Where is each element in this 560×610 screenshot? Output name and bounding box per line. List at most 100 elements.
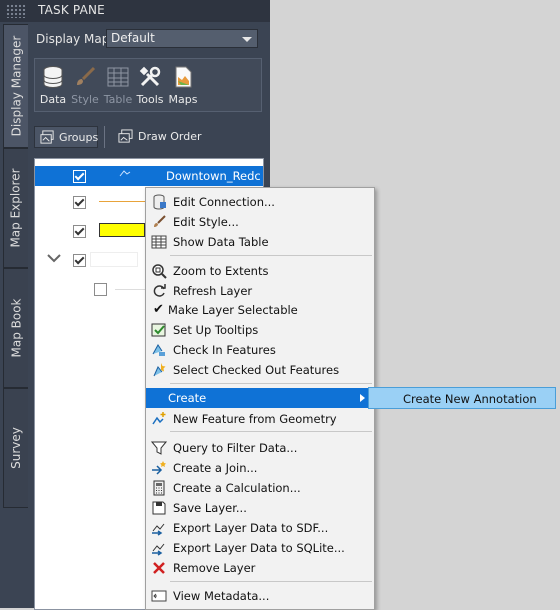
layer-name: Downtown_Redc [166, 169, 261, 183]
style-visibility-checkbox[interactable] [73, 196, 86, 209]
menu-item-select-checked-out-features[interactable]: Select Checked Out Features [146, 360, 374, 380]
submenu-item-create-new-annotation[interactable]: Create New Annotation [403, 392, 537, 406]
menu-item-edit-style[interactable]: Edit Style... [146, 212, 374, 232]
menu-item-label: Select Checked Out Features [173, 363, 340, 377]
tools-icon [139, 66, 161, 87]
menu-item-zoom-to-extents[interactable]: Zoom to Extents [146, 261, 374, 281]
save-icon [152, 501, 166, 515]
menu-item-label: Zoom to Extents [173, 264, 269, 278]
maps-icon [175, 66, 192, 88]
menu-item-make-layer-selectable[interactable]: ✔ Make Layer Selectable [146, 300, 374, 320]
groups-icon [40, 130, 54, 144]
menu-item-set-up-tooltips[interactable]: Set Up Tooltips [146, 320, 374, 340]
task-pane-titlebar[interactable]: TASK PANE [0, 0, 270, 23]
menu-item-create-a-calculation[interactable]: Create a Calculation... [146, 478, 374, 498]
menu-item-check-in-features[interactable]: Check In Features [146, 340, 374, 360]
tab-survey[interactable]: Survey [3, 388, 28, 508]
join-icon [152, 461, 166, 475]
menu-item-label: View Metadata... [173, 589, 270, 603]
tab-display-manager[interactable]: Display Manager [3, 24, 28, 148]
menu-item-refresh-layer[interactable]: Refresh Layer [146, 281, 374, 301]
data-button[interactable]: Data [36, 63, 70, 107]
menu-item-create[interactable]: Create [146, 388, 374, 408]
menu-item-query-to-filter-data[interactable]: Query to Filter Data... [146, 438, 374, 458]
menu-item-show-data-table[interactable]: Show Data Table [146, 232, 374, 252]
menu-item-label: Check In Features [173, 343, 276, 357]
layer-row-selected[interactable]: Downtown_Redc [35, 166, 263, 186]
task-pane-title: TASK PANE [38, 3, 105, 17]
menu-item-label: Create a Join... [173, 461, 258, 475]
group-visibility-checkbox[interactable] [73, 254, 86, 267]
groups-label: Groups [59, 131, 99, 144]
style-button[interactable]: Style [68, 63, 102, 107]
tab-map-book[interactable]: Map Book [3, 268, 28, 388]
menu-item-label: New Feature from Geometry [173, 412, 337, 426]
display-manager-toolbar: Data Style Table Tools Maps [34, 58, 262, 112]
brush-icon [154, 215, 166, 227]
layer-type-icon [119, 170, 131, 177]
chevron-down-icon[interactable] [47, 253, 61, 263]
toolbar-separator [104, 126, 105, 148]
chevron-down-icon [242, 37, 252, 42]
menu-separator [170, 255, 372, 256]
menu-item-label: Create [168, 391, 207, 405]
connection-icon [153, 194, 166, 210]
menu-item-label: Create a Calculation... [173, 481, 301, 495]
group-style-swatch [90, 252, 138, 267]
menu-item-remove-layer[interactable]: Remove Layer [146, 558, 374, 578]
table-button[interactable]: Table [101, 63, 135, 107]
select-checked-out-icon [153, 363, 166, 377]
groups-button[interactable]: Groups [34, 126, 98, 148]
menu-item-save-layer[interactable]: Save Layer... [146, 498, 374, 518]
menu-item-label: Remove Layer [173, 561, 256, 575]
tab-map-explorer[interactable]: Map Explorer [3, 148, 28, 268]
line-style-swatch [99, 201, 147, 202]
create-submenu: Create New Annotation [368, 387, 556, 409]
drag-grip-icon[interactable] [6, 4, 26, 18]
brush-icon [77, 66, 96, 85]
draw-order-label: Draw Order [138, 130, 202, 143]
tab-label: Display Manager [9, 35, 23, 137]
calculator-icon [153, 480, 165, 496]
display-map-dropdown[interactable]: Default [106, 29, 258, 48]
menu-item-label: Export Layer Data to SQLite... [173, 541, 345, 555]
sub-style-swatch [115, 289, 145, 290]
vertical-tab-strip: Display Manager Map Explorer Map Book Su… [0, 22, 28, 608]
maps-button-label: Maps [168, 93, 198, 106]
menu-item-label: Make Layer Selectable [168, 303, 298, 317]
export-sqlite-icon [152, 543, 165, 556]
refresh-icon [153, 284, 166, 297]
layer-visibility-checkbox[interactable] [73, 170, 86, 183]
menu-item-create-a-join[interactable]: Create a Join... [146, 458, 374, 478]
tab-label: Map Explorer [9, 168, 24, 248]
table-button-label: Table [103, 93, 133, 106]
style-visibility-checkbox[interactable] [73, 225, 86, 238]
remove-icon [153, 562, 165, 574]
tools-button[interactable]: Tools [133, 63, 167, 107]
draw-order-button[interactable]: Draw Order [112, 126, 222, 148]
fill-style-swatch [99, 223, 145, 237]
menu-separator [170, 431, 372, 432]
menu-item-label: Save Layer... [173, 501, 247, 515]
sub-style-checkbox[interactable] [94, 283, 107, 296]
menu-item-new-feature-from-geometry[interactable]: New Feature from Geometry [146, 409, 374, 429]
check-in-icon [152, 344, 165, 356]
menu-item-label: Edit Style... [173, 215, 239, 229]
menu-item-label: Query to Filter Data... [173, 441, 298, 455]
menu-item-view-metadata[interactable]: View Metadata... [146, 586, 374, 606]
display-map-value: Default [111, 31, 155, 45]
submenu-arrow-icon [360, 394, 365, 402]
menu-item-export-layer-data-to-sqlite[interactable]: Export Layer Data to SQLite... [146, 538, 374, 558]
maps-button[interactable]: Maps [166, 63, 200, 107]
checkmark-icon: ✔ [153, 302, 164, 317]
layer-context-menu: Edit Connection... Edit Style... Show Da… [145, 187, 375, 610]
menu-item-label: Refresh Layer [173, 284, 253, 298]
table-icon [107, 67, 129, 87]
menu-item-label: Show Data Table [173, 235, 269, 249]
menu-item-edit-connection[interactable]: Edit Connection... [146, 192, 374, 212]
table-icon [151, 235, 167, 249]
zoom-extents-icon [152, 264, 167, 279]
tab-label: Survey [9, 427, 23, 469]
export-sdf-icon [152, 523, 165, 536]
menu-item-export-layer-data-to-sdf[interactable]: Export Layer Data to SDF... [146, 518, 374, 538]
